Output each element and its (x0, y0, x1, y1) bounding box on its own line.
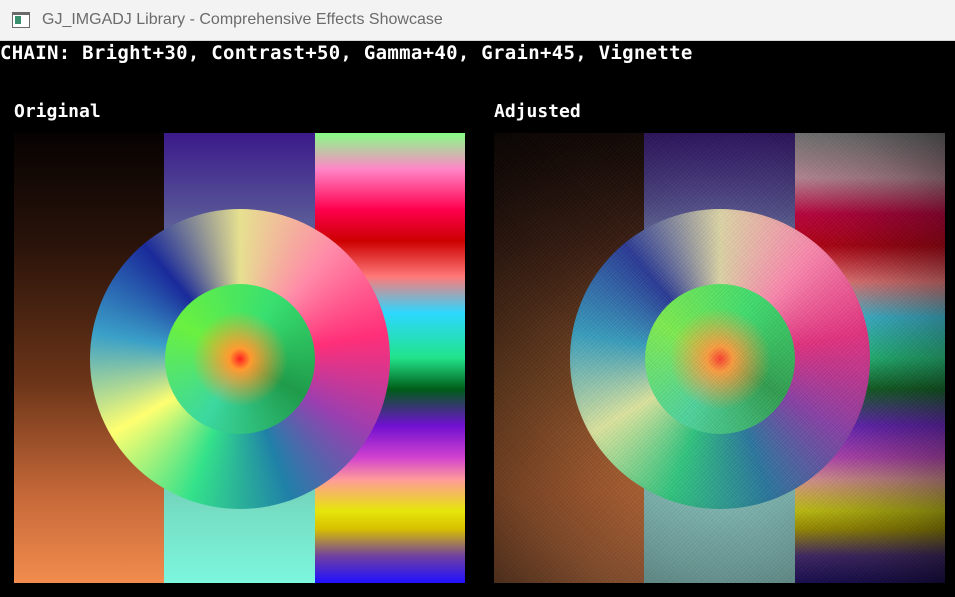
app-window-icon (12, 12, 30, 28)
adjusted-image (494, 133, 945, 583)
original-color-wheel-center (165, 284, 315, 434)
render-canvas: CHAIN: Bright+30, Contrast+50, Gamma+40,… (0, 41, 955, 597)
original-panel-label: Original (14, 101, 101, 122)
app-window: GJ_IMGADJ Library - Comprehensive Effect… (0, 0, 955, 597)
original-image (14, 133, 465, 583)
title-bar[interactable]: GJ_IMGADJ Library - Comprehensive Effect… (0, 0, 955, 41)
vignette-overlay (494, 133, 945, 583)
window-title: GJ_IMGADJ Library - Comprehensive Effect… (42, 11, 443, 28)
effect-chain-label: CHAIN: Bright+30, Contrast+50, Gamma+40,… (0, 42, 693, 64)
adjusted-panel-label: Adjusted (494, 101, 581, 122)
